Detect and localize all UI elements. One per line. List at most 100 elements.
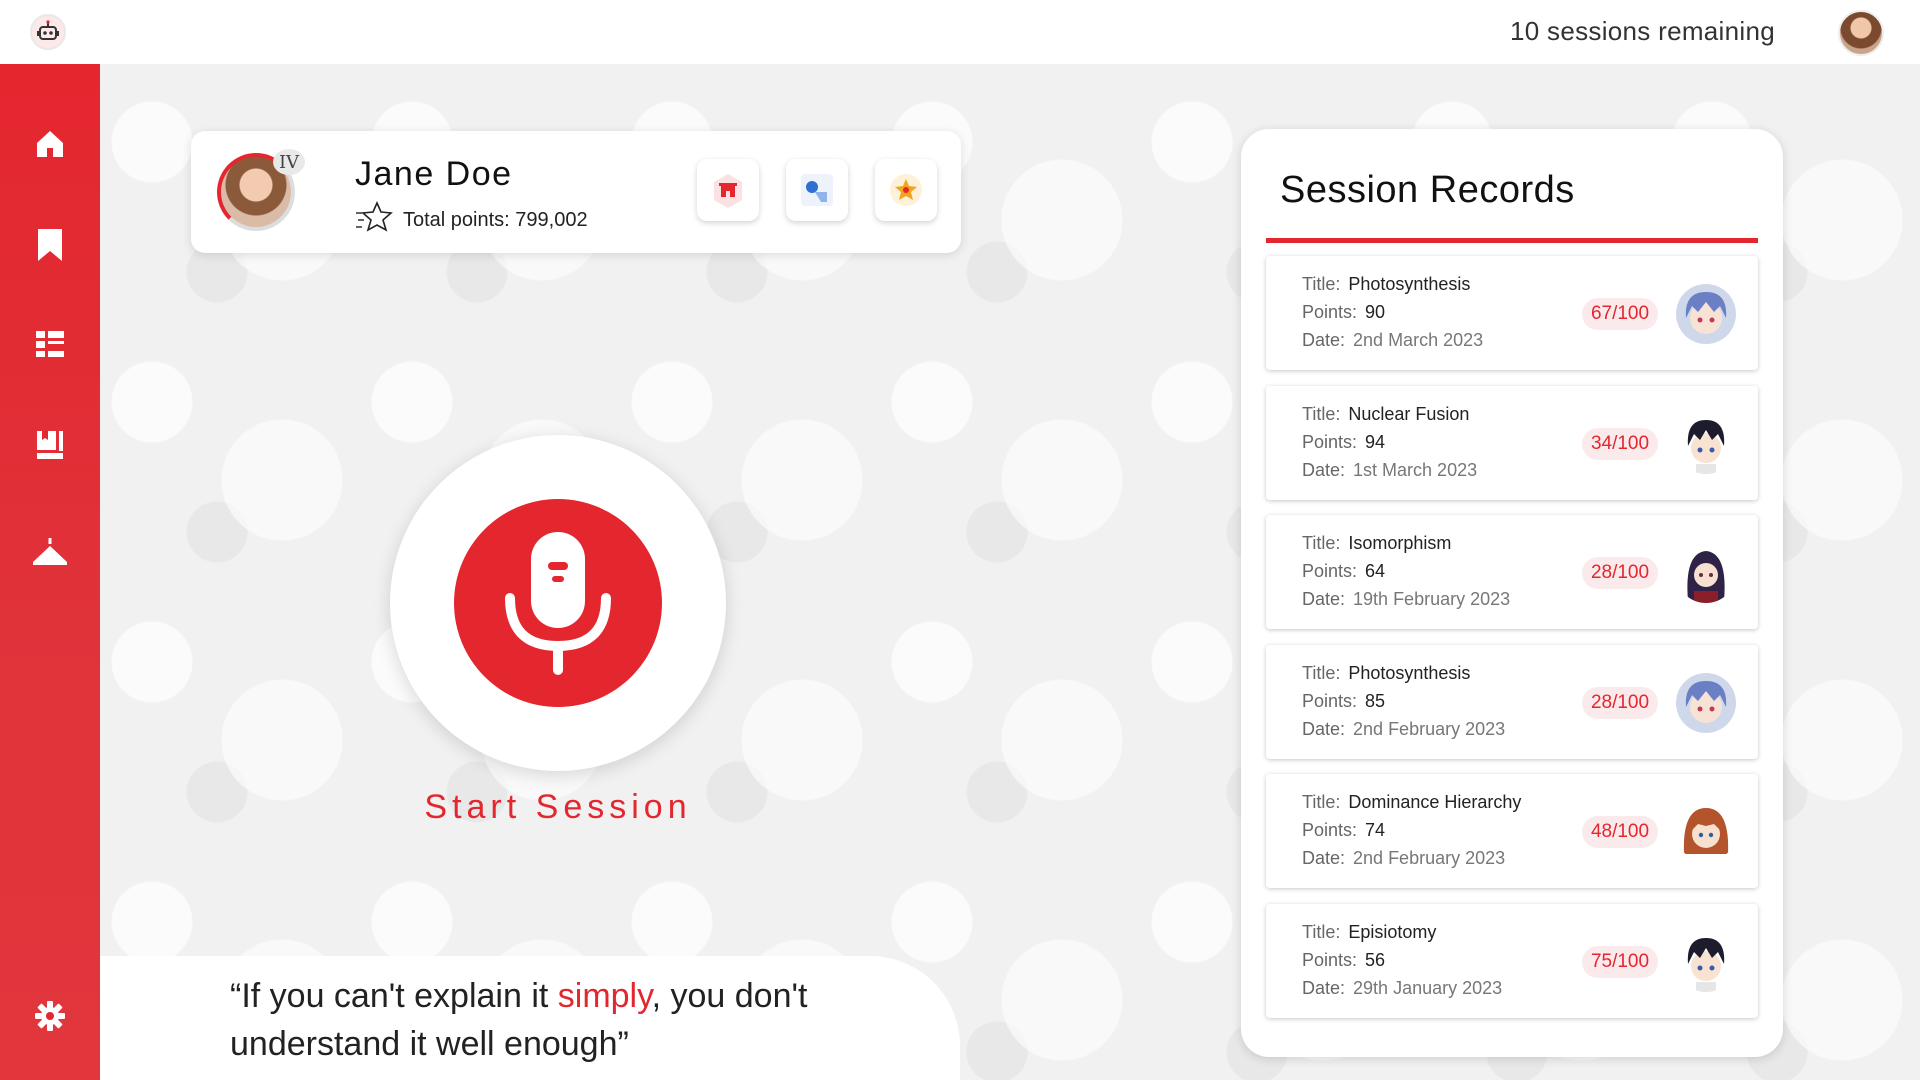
rank-badge: IV — [273, 149, 305, 175]
record-title-label: Title: — [1302, 403, 1341, 424]
record-title-label: Title: — [1302, 921, 1341, 942]
house-badge-icon[interactable] — [697, 159, 759, 221]
quote-start: “If you can't explain it — [230, 977, 558, 1015]
total-points: Total points: 799,002 — [355, 201, 588, 239]
purple-hair-woman-character-avatar — [1676, 543, 1736, 603]
record-title-label: Title: — [1302, 792, 1341, 812]
star-outline-icon — [355, 201, 393, 239]
top-bar: 10 sessions remaining — [0, 0, 1920, 64]
user-avatar[interactable] — [1838, 10, 1884, 56]
record-date-value: 1st March 2023 — [1353, 459, 1478, 480]
record-points-label: Points: — [1302, 431, 1358, 452]
record-points-label: Points: — [1302, 302, 1358, 322]
record-item[interactable]: Title: Photosynthesis Points: 85 Date: 2nd Fe… — [1266, 644, 1758, 759]
quote-box: “If you can't explain it simply, you don… — [100, 956, 960, 1080]
record-date-value: 2nd February 2023 — [1353, 848, 1506, 868]
record-item[interactable]: Title: Episiotomy Points: 56 Date: 29th Janua… — [1266, 903, 1758, 1018]
record-title-label: Title: — [1302, 533, 1341, 553]
record-points-value: 90 — [1365, 302, 1386, 322]
quote-text: “If you can't explain it simply, you don… — [230, 972, 910, 1068]
record-title-label: Title: — [1302, 274, 1341, 294]
profile-name: Jane Doe — [355, 155, 513, 193]
record-date-value: 19th February 2023 — [1353, 589, 1511, 609]
record-points-value: 64 — [1365, 561, 1386, 581]
record-points-value: 94 — [1365, 431, 1386, 452]
hanger-icon[interactable] — [30, 531, 70, 571]
record-date-value: 2nd March 2023 — [1353, 330, 1484, 350]
record-points-value: 74 — [1365, 820, 1386, 840]
start-session-label[interactable]: Start Session — [330, 788, 786, 827]
record-item[interactable]: Title: Isomorphism Points: 64 Date: 19th Febr… — [1266, 515, 1758, 629]
record-points-value: 85 — [1365, 690, 1386, 711]
sidebar — [0, 64, 100, 1080]
record-title: Title: Episiotomy — [1302, 922, 1436, 943]
record-date-label: Date: — [1302, 459, 1346, 480]
blue-hair-character-avatar — [1676, 284, 1736, 344]
total-points-label: Total points: 799,002 — [403, 208, 588, 231]
record-title-value: Nuclear Fusion — [1348, 403, 1470, 424]
record-score-badge: 48/100 — [1582, 816, 1658, 848]
record-points: Points: 94 — [1302, 432, 1385, 453]
record-title: Title: Dominance Hierarchy — [1302, 792, 1521, 813]
record-item[interactable]: Title: Nuclear Fusion Points: 94 Date: 1st Ma… — [1266, 385, 1758, 500]
bookmark-icon[interactable] — [30, 225, 70, 265]
gear-icon[interactable] — [30, 996, 70, 1036]
record-title: Title: Photosynthesis — [1302, 663, 1470, 684]
record-date-value: 2nd February 2023 — [1353, 718, 1506, 739]
record-points: Points: 90 — [1302, 302, 1385, 323]
list-layout-icon[interactable] — [30, 324, 70, 364]
record-score-badge: 75/100 — [1582, 945, 1658, 978]
record-score-badge: 34/100 — [1582, 427, 1658, 460]
record-date-label: Date: — [1302, 718, 1346, 739]
record-title: Title: Photosynthesis — [1302, 274, 1470, 295]
record-date-label: Date: — [1302, 330, 1346, 350]
record-title-value: Episiotomy — [1348, 921, 1437, 942]
record-date: Date: 2nd February 2023 — [1302, 719, 1505, 740]
blue-hair-character-avatar — [1676, 672, 1736, 733]
record-date: Date: 19th February 2023 — [1302, 589, 1510, 610]
record-score-badge: 67/100 — [1582, 298, 1658, 330]
records-divider — [1266, 238, 1758, 243]
microphone-icon — [454, 499, 662, 707]
record-date: Date: 2nd March 2023 — [1302, 330, 1483, 351]
home-icon[interactable] — [30, 124, 70, 164]
dark-hair-boy-character-avatar — [1676, 413, 1736, 474]
record-points-label: Points: — [1302, 820, 1358, 840]
start-session-button[interactable] — [390, 435, 726, 771]
sessions-remaining: 10 sessions remaining — [1510, 16, 1775, 46]
record-date-value: 29th January 2023 — [1353, 977, 1503, 998]
record-title: Title: Isomorphism — [1302, 533, 1451, 554]
record-date: Date: 1st March 2023 — [1302, 460, 1477, 481]
red-hair-girl-character-avatar — [1676, 802, 1736, 862]
record-points: Points: 85 — [1302, 691, 1385, 712]
record-score-badge: 28/100 — [1582, 686, 1658, 719]
record-title-value: Dominance Hierarchy — [1348, 792, 1522, 812]
record-points: Points: 64 — [1302, 561, 1385, 582]
record-item[interactable]: Title: Dominance Hierarchy Points: 74 Date: 2… — [1266, 774, 1758, 888]
record-date-label: Date: — [1302, 589, 1346, 609]
record-date: Date: 2nd February 2023 — [1302, 848, 1505, 869]
star-badge-icon[interactable] — [875, 159, 937, 221]
record-date-label: Date: — [1302, 977, 1346, 998]
record-title-label: Title: — [1302, 662, 1341, 683]
shapes-badge-icon[interactable] — [786, 159, 848, 221]
record-date-label: Date: — [1302, 848, 1346, 868]
record-title-value: Isomorphism — [1348, 533, 1452, 553]
record-points: Points: 56 — [1302, 950, 1385, 971]
records-title: Session Records — [1280, 169, 1575, 211]
record-points-value: 56 — [1365, 949, 1386, 970]
record-date: Date: 29th January 2023 — [1302, 978, 1502, 999]
record-title-value: Photosynthesis — [1348, 662, 1471, 683]
quote-highlight: simply — [557, 977, 652, 1015]
dark-hair-boy-character-avatar — [1676, 931, 1736, 992]
session-records-panel: Session Records Title: Photosynthesis Poin… — [1241, 129, 1783, 1057]
record-points-label: Points: — [1302, 949, 1358, 970]
record-title-value: Photosynthesis — [1348, 274, 1471, 294]
profile-card: IV Jane Doe Total points: 799,002 — [191, 131, 961, 253]
record-item[interactable]: Title: Photosynthesis Points: 90 Date: 2nd Ma… — [1266, 256, 1758, 370]
record-points: Points: 74 — [1302, 820, 1385, 841]
robot-logo-icon[interactable] — [30, 14, 66, 50]
record-points-label: Points: — [1302, 690, 1358, 711]
record-title: Title: Nuclear Fusion — [1302, 404, 1469, 425]
book-icon[interactable] — [30, 425, 70, 465]
